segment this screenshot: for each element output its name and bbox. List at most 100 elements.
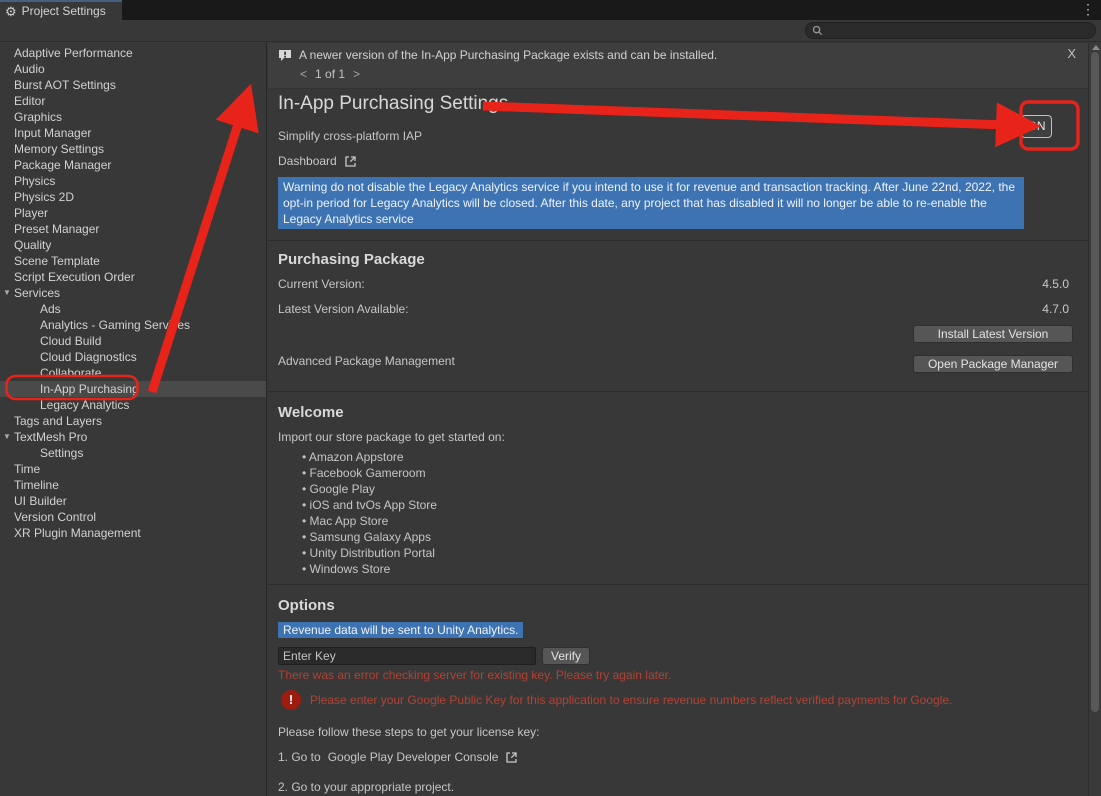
sidebar-item-physics[interactable]: Physics xyxy=(0,173,266,189)
notification-pager: < 1 of 1 > xyxy=(300,67,360,81)
sidebar-item-label: Package Manager xyxy=(0,158,111,172)
sidebar-item-label: XR Plugin Management xyxy=(0,526,141,540)
sidebar-item-collaborate[interactable]: Collaborate xyxy=(0,365,266,381)
sidebar-item-label: Physics xyxy=(0,174,55,188)
install-latest-version-button[interactable]: Install Latest Version xyxy=(913,325,1073,343)
sidebar-item-adaptive-performance[interactable]: Adaptive Performance xyxy=(0,45,266,61)
kebab-menu-icon[interactable]: ⋮ xyxy=(1081,1,1095,18)
sidebar-item-label: Time xyxy=(0,462,40,476)
sidebar-item-input-manager[interactable]: Input Manager xyxy=(0,125,266,141)
sidebar-item-label: Legacy Analytics xyxy=(0,398,129,412)
step-1-prefix: 1. Go to xyxy=(278,750,321,764)
sidebar-item-settings[interactable]: Settings xyxy=(0,445,266,461)
server-error-text: There was an error checking server for e… xyxy=(278,668,671,682)
welcome-intro: Import our store package to get started … xyxy=(278,430,505,444)
sidebar-item-label: Analytics - Gaming Services xyxy=(0,318,190,332)
step-1-row: 1. Go to Google Play Developer Console xyxy=(278,750,518,764)
sidebar-item-label: TextMesh Pro xyxy=(0,430,87,444)
sidebar-item-cloud-build[interactable]: Cloud Build xyxy=(0,333,266,349)
legacy-analytics-warning: Warning do not disable the Legacy Analyt… xyxy=(278,177,1024,229)
dashboard-link-label: Dashboard xyxy=(278,154,337,168)
sidebar-item-label: Version Control xyxy=(0,510,96,524)
tab-project-settings[interactable]: ⚙ Project Settings xyxy=(0,0,122,20)
sidebar-item-quality[interactable]: Quality xyxy=(0,237,266,253)
current-version-value: 4.5.0 xyxy=(1042,277,1069,291)
pager-label: 1 of 1 xyxy=(315,67,345,81)
external-link-icon xyxy=(505,751,518,764)
sidebar-item-label: Cloud Build xyxy=(0,334,101,348)
iap-toggle-on-button[interactable]: ON xyxy=(1021,115,1052,138)
sidebar-item-time[interactable]: Time xyxy=(0,461,266,477)
google-public-key-input[interactable] xyxy=(278,647,536,665)
page-title: In-App Purchasing Settings xyxy=(278,93,508,115)
sidebar-item-label: In-App Purchasing xyxy=(0,382,139,396)
sidebar-item-memory-settings[interactable]: Memory Settings xyxy=(0,141,266,157)
sidebar-item-label: Adaptive Performance xyxy=(0,46,133,60)
open-package-manager-button[interactable]: Open Package Manager xyxy=(913,355,1073,373)
in-app-purchasing-panel: A newer version of the In-App Purchasing… xyxy=(268,43,1088,796)
latest-version-label: Latest Version Available: xyxy=(278,302,409,316)
store-list-item: Google Play xyxy=(302,481,437,497)
sidebar-item-in-app-purchasing[interactable]: In-App Purchasing xyxy=(0,381,266,397)
external-link-icon xyxy=(344,155,357,168)
sidebar-item-physics-2d[interactable]: Physics 2D xyxy=(0,189,266,205)
sidebar-item-cloud-diagnostics[interactable]: Cloud Diagnostics xyxy=(0,349,266,365)
sidebar-item-ui-builder[interactable]: UI Builder xyxy=(0,493,266,509)
sidebar-item-timeline[interactable]: Timeline xyxy=(0,477,266,493)
store-list-item: Amazon Appstore xyxy=(302,449,437,465)
pager-next-icon[interactable]: > xyxy=(353,67,360,81)
title-bar: ⚙ Project Settings ⋮ xyxy=(0,0,1101,20)
package-update-notification: A newer version of the In-App Purchasing… xyxy=(268,43,1088,89)
sidebar-item-preset-manager[interactable]: Preset Manager xyxy=(0,221,266,237)
sidebar-item-legacy-analytics[interactable]: Legacy Analytics xyxy=(0,397,266,413)
sidebar-item-burst-aot-settings[interactable]: Burst AOT Settings xyxy=(0,77,266,93)
page-subtitle: Simplify cross-platform IAP xyxy=(278,129,422,143)
store-list-item: Windows Store xyxy=(302,561,437,577)
store-list-item: iOS and tvOs App Store xyxy=(302,497,437,513)
scrollbar-thumb[interactable] xyxy=(1091,52,1099,712)
sidebar-item-xr-plugin-management[interactable]: XR Plugin Management xyxy=(0,525,266,541)
license-steps-intro: Please follow these steps to get your li… xyxy=(278,725,539,739)
sidebar-item-package-manager[interactable]: Package Manager xyxy=(0,157,266,173)
sidebar-item-label: Scene Template xyxy=(0,254,100,268)
sidebar-item-script-execution-order[interactable]: Script Execution Order xyxy=(0,269,266,285)
sidebar-item-audio[interactable]: Audio xyxy=(0,61,266,77)
sidebar-item-graphics[interactable]: Graphics xyxy=(0,109,266,125)
google-key-error-text: Please enter your Google Public Key for … xyxy=(310,693,952,707)
sidebar-item-textmesh-pro[interactable]: ▼TextMesh Pro xyxy=(0,429,266,445)
sidebar-item-services[interactable]: ▼Services xyxy=(0,285,266,301)
sidebar-item-label: Quality xyxy=(0,238,51,252)
sidebar-item-label: Timeline xyxy=(0,478,59,492)
foldout-triangle-icon[interactable]: ▼ xyxy=(2,429,12,445)
sidebar-item-tags-and-layers[interactable]: Tags and Layers xyxy=(0,413,266,429)
sidebar-item-scene-template[interactable]: Scene Template xyxy=(0,253,266,269)
foldout-triangle-icon[interactable]: ▼ xyxy=(2,285,12,301)
close-icon[interactable]: X xyxy=(1067,46,1076,61)
sidebar-item-label: Tags and Layers xyxy=(0,414,102,428)
sidebar-item-player[interactable]: Player xyxy=(0,205,266,221)
project-settings-window: { "window": { "tab_title": "Project Sett… xyxy=(0,0,1101,796)
search-input[interactable] xyxy=(805,22,1096,39)
sidebar-item-label: Graphics xyxy=(0,110,62,124)
latest-version-value: 4.7.0 xyxy=(1042,302,1069,316)
search-icon xyxy=(812,25,823,36)
welcome-heading: Welcome xyxy=(278,404,344,421)
vertical-scrollbar[interactable] xyxy=(1088,43,1101,796)
store-list-item: Samsung Galaxy Apps xyxy=(302,529,437,545)
google-play-console-link[interactable]: Google Play Developer Console xyxy=(328,750,499,764)
error-icon: ! xyxy=(281,690,301,710)
scroll-up-icon[interactable] xyxy=(1092,45,1100,50)
sidebar-item-version-control[interactable]: Version Control xyxy=(0,509,266,525)
sidebar-item-label: Cloud Diagnostics xyxy=(0,350,137,364)
sidebar-item-label: UI Builder xyxy=(0,494,67,508)
pager-prev-icon[interactable]: < xyxy=(300,67,307,81)
dashboard-link[interactable]: Dashboard xyxy=(278,154,357,168)
store-list: Amazon AppstoreFacebook GameroomGoogle P… xyxy=(302,449,437,577)
sidebar-item-label: Audio xyxy=(0,62,45,76)
store-list-item: Unity Distribution Portal xyxy=(302,545,437,561)
verify-key-button[interactable]: Verify xyxy=(542,647,590,665)
sidebar-item-label: Physics 2D xyxy=(0,190,74,204)
sidebar-item-editor[interactable]: Editor xyxy=(0,93,266,109)
sidebar-item-ads[interactable]: Ads xyxy=(0,301,266,317)
sidebar-item-analytics-gaming-services[interactable]: Analytics - Gaming Services xyxy=(0,317,266,333)
